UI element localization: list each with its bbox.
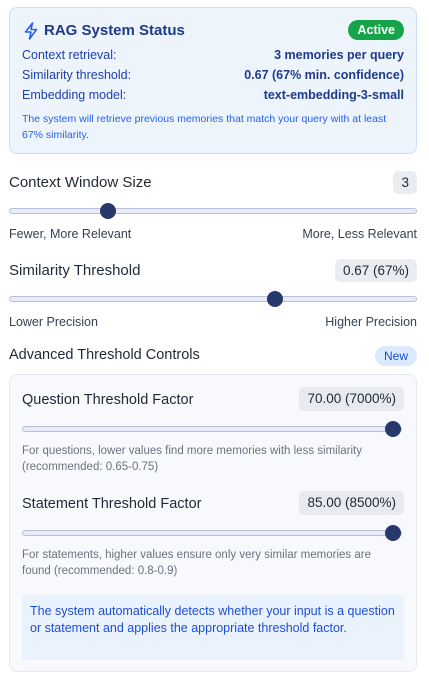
similarity-min-caption: Lower Precision <box>9 315 98 329</box>
context-window-min-caption: Fewer, More Relevant <box>9 227 132 241</box>
similarity-threshold-label: Similarity threshold: <box>22 68 132 82</box>
status-header: RAG System Status Active <box>22 20 404 42</box>
context-window-value: 3 <box>393 171 417 194</box>
context-retrieval-row: Context retrieval: 3 memories per query <box>22 48 404 66</box>
context-retrieval-label: Context retrieval: <box>22 48 117 62</box>
similarity-threshold-value: 0.67 (67% min. confidence) <box>244 68 404 82</box>
similarity-max-caption: Higher Precision <box>325 315 417 329</box>
advanced-controls-heading: Advanced Threshold Controls <box>9 347 200 363</box>
advanced-controls-panel: Question Threshold Factor 70.00 (7000%) … <box>9 374 417 672</box>
rag-status-card: RAG System Status Active Context retriev… <box>9 7 417 154</box>
question-threshold-value: 70.00 (7000%) <box>299 387 404 411</box>
similarity-threshold-slider-thumb[interactable] <box>267 291 284 307</box>
embedding-model-label: Embedding model: <box>22 88 127 102</box>
statement-threshold-slider-thumb[interactable] <box>385 525 401 541</box>
question-threshold-slider[interactable] <box>22 421 402 437</box>
similarity-threshold-pill: 0.67 (67%) <box>334 259 417 282</box>
similarity-threshold-heading: Similarity Threshold <box>9 262 141 279</box>
new-badge: New <box>374 346 417 366</box>
similarity-threshold-slider[interactable] <box>9 291 417 307</box>
statement-threshold-help: For statements, higher values ensure onl… <box>22 549 371 577</box>
context-retrieval-value: 3 memories per query <box>274 48 404 62</box>
context-window-slider[interactable] <box>9 203 417 219</box>
threshold-info-box: The system automatically detects whether… <box>22 595 404 660</box>
context-window-slider-thumb[interactable] <box>99 203 116 219</box>
context-window-label: Context Window Size <box>9 174 152 191</box>
status-title: RAG System Status <box>44 22 185 39</box>
statement-threshold-slider[interactable] <box>22 525 402 541</box>
status-note: The system will retrieve previous memori… <box>22 113 387 141</box>
question-threshold-slider-thumb[interactable] <box>385 421 401 437</box>
statement-threshold-value: 85.00 (8500%) <box>299 491 404 515</box>
embedding-model-value: text-embedding-3-small <box>263 88 404 102</box>
lightning-bolt-icon <box>24 22 38 40</box>
context-window-max-caption: More, Less Relevant <box>302 227 417 241</box>
embedding-model-row: Embedding model: text-embedding-3-small <box>22 88 404 106</box>
statement-threshold-label: Statement Threshold Factor <box>22 496 202 512</box>
question-threshold-help: For questions, lower values find more me… <box>22 445 362 473</box>
active-status-badge: Active <box>348 20 404 40</box>
similarity-threshold-row: Similarity threshold: 0.67 (67% min. con… <box>22 68 404 86</box>
question-threshold-label: Question Threshold Factor <box>22 392 194 408</box>
